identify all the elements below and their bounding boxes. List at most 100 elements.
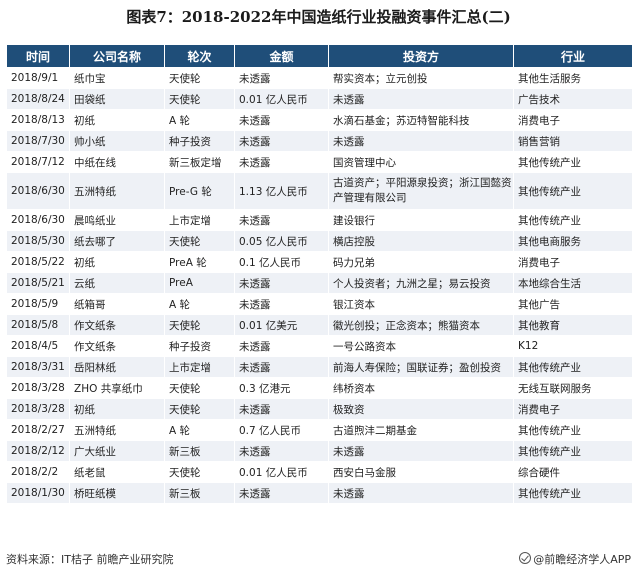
header-company: 公司名称 [69,44,165,68]
table-row: 2018/5/22 初纸 PreA 轮 0.1 亿人民币 码力兄弟 消费电子 [6,251,633,273]
cell-industry: 其他电商服务 [513,230,633,252]
table-body: 2018/9/1 纸巾宝 天使轮 未透露 帮实资本；立元创投 其他生活服务 2018/8/2… [6,67,633,504]
cell-industry: 综合硬件 [513,461,633,483]
cell-investor: 银江资本 [328,293,514,315]
table-row: 2018/5/8 作文纸条 天使轮 0.01 亿美元 徽光创投；正念资本；熊猫资本 其他教… [6,314,633,336]
cell-amount: 0.01 亿美元 [234,314,329,336]
cell-industry: 其他广告 [513,293,633,315]
cell-date: 2018/6/30 [6,172,70,210]
table-row: 2018/5/9 纸箱哥 A 轮未透露 银江资本 其他广告 [6,293,633,315]
cell-date: 2018/3/28 [6,377,70,399]
cell-date: 2018/5/30 [6,230,70,252]
table-row: 2018/8/13 初纸 A 轮未透露 水滴石基金；苏迈特智能科技 消费电子 [6,109,633,131]
cell-amount: 未透露 [234,398,329,420]
cell-round: PreA [164,272,235,294]
cell-round: 上市定增 [164,209,235,231]
cell-round: 新三板 [164,440,235,462]
table-row: 2018/2/2 纸老鼠 天使轮 0.01 亿人民币 西安白马金服 综合硬件 [6,461,633,483]
cell-amount: 未透露 [234,440,329,462]
table-row: 2018/3/28 初纸 天使轮 未透露 极致资 消费电子 [6,398,633,420]
cell-investor: 古道煦沣二期基金 [328,419,514,441]
cell-amount: 1.13 亿人民币 [234,172,329,210]
cell-amount: 0.01 亿人民币 [234,88,329,110]
cell-investor: 西安白马金服 [328,461,514,483]
cell-company: 五洲特纸 [69,419,165,441]
cell-investor: 一号公路资本 [328,335,514,357]
cell-date: 2018/4/5 [6,335,70,357]
cell-company: 中纸在线 [69,151,165,173]
source-note: 资料来源：IT桔子 前瞻产业研究院 [6,553,174,566]
cell-amount: 未透露 [234,356,329,378]
cell-industry: 无线互联网服务 [513,377,633,399]
brand-credit: @前瞻经济学人APP [519,551,631,567]
cell-date: 2018/3/28 [6,398,70,420]
cell-round: 新三板定增 [164,151,235,173]
cell-round: A 轮 [164,293,235,315]
cell-date: 2018/6/30 [6,209,70,231]
cell-round: A 轮 [164,419,235,441]
cell-amount: 未透露 [234,335,329,357]
cell-company: 岳阳林纸 [69,356,165,378]
cell-company: ZHO 共享纸巾 [69,377,165,399]
table-row: 2018/6/30 晨鸣纸业 上市定增 未透露 建设银行 其他传统产业 [6,209,633,231]
cell-round: 天使轮 [164,88,235,110]
cell-amount: 未透露 [234,151,329,173]
brand-text: @前瞻经济学人APP [533,553,631,566]
cell-company: 纸去哪了 [69,230,165,252]
cell-investor: 建设银行 [328,209,514,231]
cell-company: 云纸 [69,272,165,294]
cell-industry: K12 [513,335,633,357]
cell-round: 天使轮 [164,230,235,252]
header-investor: 投资方 [328,44,514,68]
table-row: 2018/2/12 广大纸业 新三板 未透露 未透露 其他传统产业 [6,440,633,462]
cell-company: 纸老鼠 [69,461,165,483]
table-row: 2018/2/27 五洲特纸 A 轮 0.7 亿人民币 古道煦沣二期基金 其他传统产业 [6,419,633,441]
cell-investor: 未透露 [328,88,514,110]
cell-round: 天使轮 [164,398,235,420]
cell-date: 2018/5/9 [6,293,70,315]
cell-round: 天使轮 [164,67,235,89]
cell-date: 2018/2/27 [6,419,70,441]
cell-amount: 未透露 [234,482,329,504]
cell-investor: 未透露 [328,440,514,462]
cell-investor: 个人投资者；九洲之星；易云投资 [328,272,514,294]
cell-industry: 其他传统产业 [513,151,633,173]
cell-round: 种子投资 [164,130,235,152]
cell-industry: 消费电子 [513,109,633,131]
cell-industry: 消费电子 [513,398,633,420]
cell-round: 上市定增 [164,356,235,378]
cell-company: 作文纸条 [69,335,165,357]
cell-amount: 未透露 [234,67,329,89]
cell-industry: 本地综合生活 [513,272,633,294]
cell-date: 2018/8/13 [6,109,70,131]
cell-round: 天使轮 [164,461,235,483]
table-row: 2018/4/5 作文纸条 种子投资 未透露 一号公路资本 K12 [6,335,633,357]
cell-investor: 码力兄弟 [328,251,514,273]
cell-industry: 其他传统产业 [513,172,633,210]
table-row: 2018/8/24 田袋纸 天使轮 0.01 亿人民币 未透露 广告技术 [6,88,633,110]
cell-amount: 0.05 亿人民币 [234,230,329,252]
table-row: 2018/3/28 ZHO 共享纸巾 天使轮 0.3 亿港元 纬桥资本 无线互联网服务 [6,377,633,399]
header-industry: 行业 [513,44,633,68]
cell-round: 种子投资 [164,335,235,357]
cell-round: 天使轮 [164,377,235,399]
cell-company: 晨鸣纸业 [69,209,165,231]
cell-investor: 纬桥资本 [328,377,514,399]
header-date: 时间 [6,44,70,68]
cell-industry: 其他教育 [513,314,633,336]
cell-amount: 未透露 [234,293,329,315]
cell-date: 2018/2/12 [6,440,70,462]
table-row: 2018/3/31 岳阳林纸 上市定增 未透露 前海人寿保险；国联证券；盈创投资 其他传统… [6,356,633,378]
cell-round: PreA 轮 [164,251,235,273]
cell-date: 2018/7/30 [6,130,70,152]
cell-industry: 其他传统产业 [513,419,633,441]
cell-industry: 其他传统产业 [513,356,633,378]
cell-company: 田袋纸 [69,88,165,110]
cell-industry: 其他生活服务 [513,67,633,89]
cell-industry: 销售营销 [513,130,633,152]
cell-amount: 未透露 [234,109,329,131]
cell-industry: 其他传统产业 [513,440,633,462]
cell-investor: 古道资产；平阳源泉投资；浙江国懿资产管理有限公司 [328,172,514,210]
cell-round: 天使轮 [164,314,235,336]
table-row: 2018/7/30 帅小纸 种子投资 未透露 未透露 销售营销 [6,130,633,152]
